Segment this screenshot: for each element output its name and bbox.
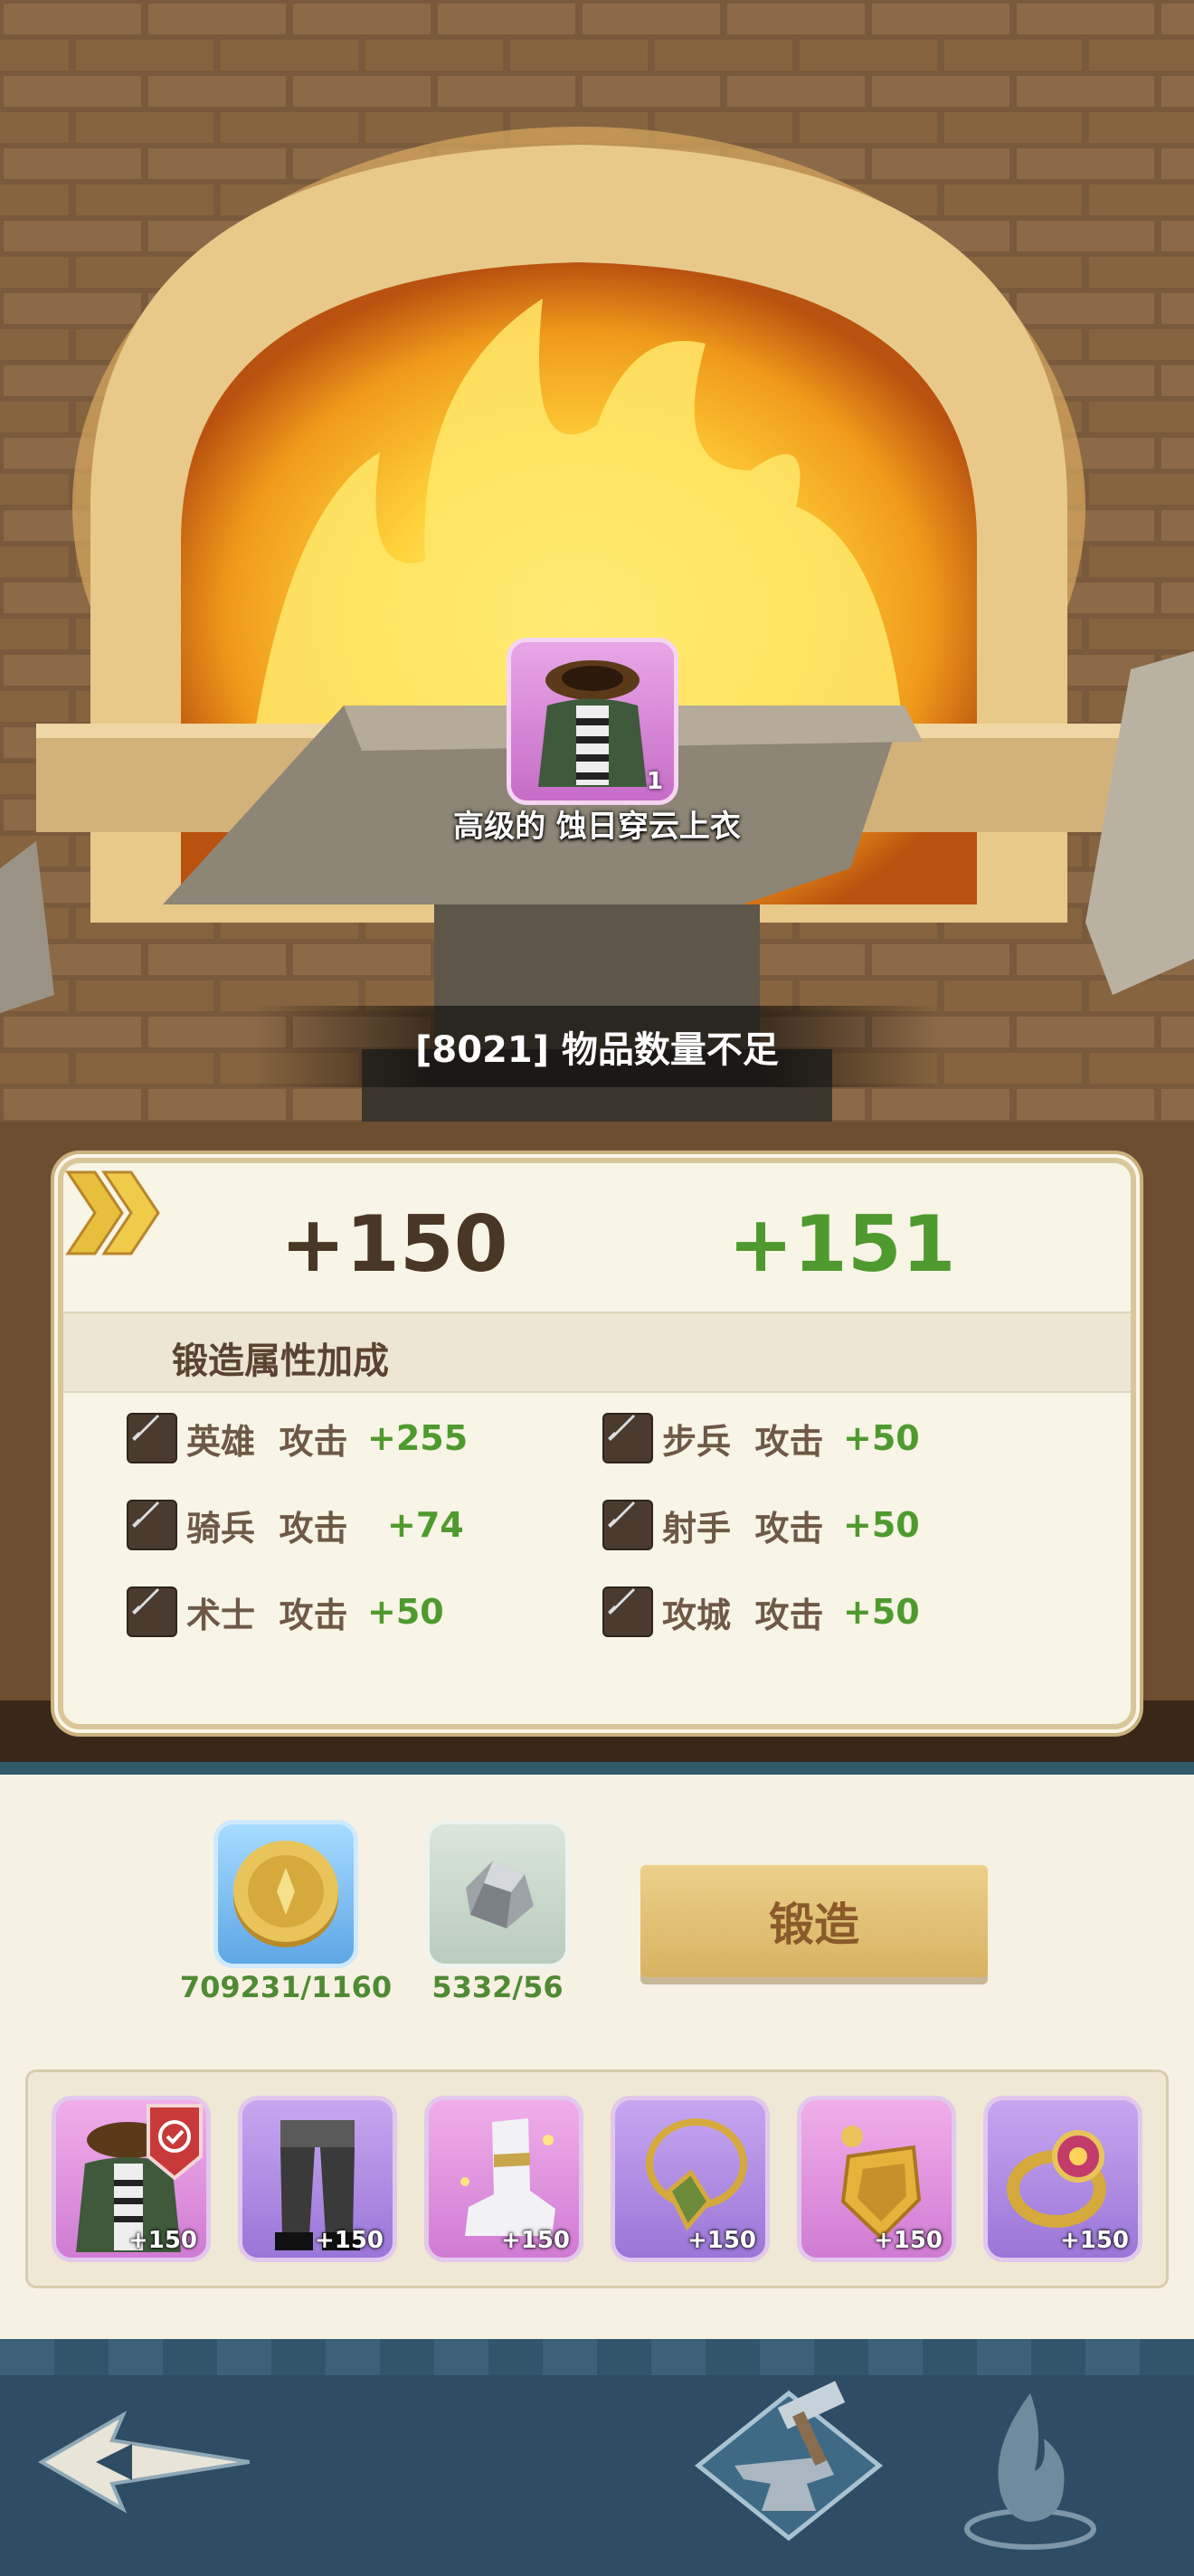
stat-type: 攻击 [754, 1595, 824, 1635]
forge-button-label: 锻造 [769, 1899, 859, 1951]
stat-value: +50 [843, 1592, 920, 1632]
stat-type: 攻击 [279, 1508, 348, 1548]
sword-icon [602, 1500, 653, 1550]
item-quantity: 1 [646, 768, 663, 795]
stats-title: 锻造属性加成 [172, 1340, 389, 1382]
equip-level: +150 [1059, 2227, 1129, 2254]
stats-header: 锻造属性加成 [63, 1312, 1131, 1393]
ore-amount: 5332/56 [431, 1970, 564, 2004]
equip-slot-necklace[interactable]: +150 [611, 2096, 770, 2262]
stat-value: +255 [367, 1418, 469, 1458]
ore-icon [466, 1861, 534, 1928]
equip-slot-shield[interactable]: +150 [797, 2096, 956, 2262]
forge-scene: 1 高级的 蚀日穿云上衣 [8021] 物品数量不足 +150 +151 锻造属… [0, 0, 1194, 1773]
equip-slot-ring[interactable]: +150 [983, 2096, 1142, 2262]
bottom-nav [0, 2339, 1194, 2576]
sword-icon [602, 1586, 653, 1637]
stat-unit: 英雄 [186, 1421, 256, 1462]
section-divider [0, 1762, 1194, 1775]
nav-trim [0, 2339, 1194, 2375]
stat-value: +50 [843, 1505, 920, 1545]
stat-row: 骑兵 攻击 +74 [127, 1498, 464, 1552]
stat-unit: 骑兵 [186, 1508, 256, 1548]
stat-row: 英雄 攻击 +255 [127, 1411, 468, 1465]
stat-value: +50 [843, 1418, 920, 1458]
current-level: +150 [280, 1199, 508, 1290]
equipment-strip: +150 +150 +150 +150 +150 +150 [25, 2069, 1169, 2288]
stat-row: 步兵 攻击 +50 [602, 1411, 920, 1465]
equip-level: +150 [128, 2227, 197, 2254]
forge-button[interactable]: 锻造 [640, 1865, 988, 1977]
back-icon[interactable] [33, 2397, 250, 2533]
equip-level: +150 [500, 2227, 570, 2254]
stat-value: +50 [367, 1592, 444, 1632]
stat-row: 术士 攻击 +50 [127, 1585, 444, 1639]
stat-unit: 射手 [662, 1508, 732, 1548]
stat-type: 攻击 [754, 1421, 824, 1462]
next-level: +151 [728, 1199, 956, 1290]
ore-resource-slot[interactable] [425, 1820, 570, 1968]
forge-item-slot[interactable]: 1 [507, 638, 678, 805]
stat-row: 攻城 攻击 +50 [602, 1585, 920, 1639]
equip-slot-pants[interactable]: +150 [238, 2096, 397, 2262]
flame-icon[interactable] [953, 2384, 1107, 2556]
sword-icon [127, 1413, 177, 1463]
error-toast: [8021] 物品数量不足 [253, 1006, 941, 1087]
stat-type: 攻击 [754, 1508, 824, 1548]
stat-unit: 术士 [186, 1595, 256, 1635]
item-name: 高级的 蚀日穿云上衣 [453, 809, 741, 845]
toast-text: [8021] 物品数量不足 [415, 1029, 779, 1071]
equip-level: +150 [687, 2227, 756, 2254]
stat-type: 攻击 [279, 1421, 348, 1462]
sword-icon [127, 1586, 177, 1637]
stat-row: 射手 攻击 +50 [602, 1498, 920, 1552]
gold-resource-slot[interactable] [213, 1820, 358, 1968]
stat-unit: 步兵 [662, 1421, 732, 1462]
sword-icon [602, 1413, 653, 1463]
gold-amount: 709231/1160 [179, 1970, 393, 2004]
equipped-badge-icon [147, 2104, 203, 2180]
forge-panel: +150 +151 锻造属性加成 英雄 攻击 +255 步兵 攻击 +50 骑兵… [58, 1158, 1136, 1729]
equip-slot-coat[interactable]: +150 [52, 2096, 211, 2262]
double-arrow-icon [65, 1170, 160, 1255]
stat-value: +74 [387, 1505, 464, 1545]
equip-level: +150 [873, 2227, 943, 2254]
gold-coin-icon [233, 1841, 338, 1947]
equip-slot-boots[interactable]: +150 [424, 2096, 583, 2262]
anvil-icon[interactable] [680, 2357, 897, 2556]
stat-type: 攻击 [279, 1595, 348, 1635]
sword-icon [127, 1500, 177, 1550]
equip-level: +150 [314, 2227, 384, 2254]
stat-unit: 攻城 [662, 1595, 732, 1635]
